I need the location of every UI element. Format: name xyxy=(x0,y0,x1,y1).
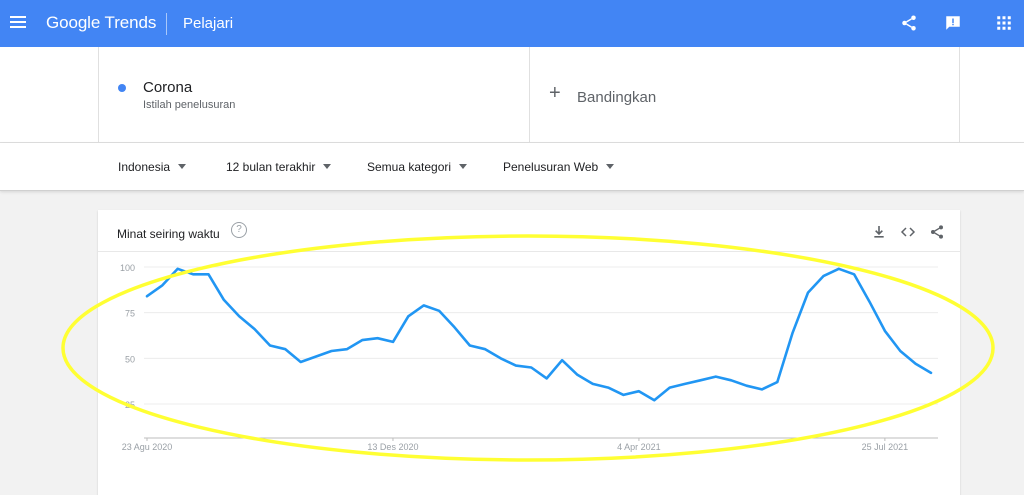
series-line-corona xyxy=(145,267,933,402)
x-tick-label: 25 Jul 2021 xyxy=(862,442,909,452)
x-tick-label: 23 Agu 2020 xyxy=(122,442,173,452)
highlight-ellipse xyxy=(61,234,995,462)
y-tick-label: 75 xyxy=(125,309,135,319)
interest-line-chart: 25507510023 Agu 2020 13 Des 2020 4 Apr 202… xyxy=(61,234,995,462)
y-tick-label: 100 xyxy=(120,263,135,273)
y-tick-label: 50 xyxy=(125,354,135,364)
x-tick-label: 13 Des 2020 xyxy=(367,442,418,452)
x-tick-label: 4 Apr 2021 xyxy=(617,442,661,452)
